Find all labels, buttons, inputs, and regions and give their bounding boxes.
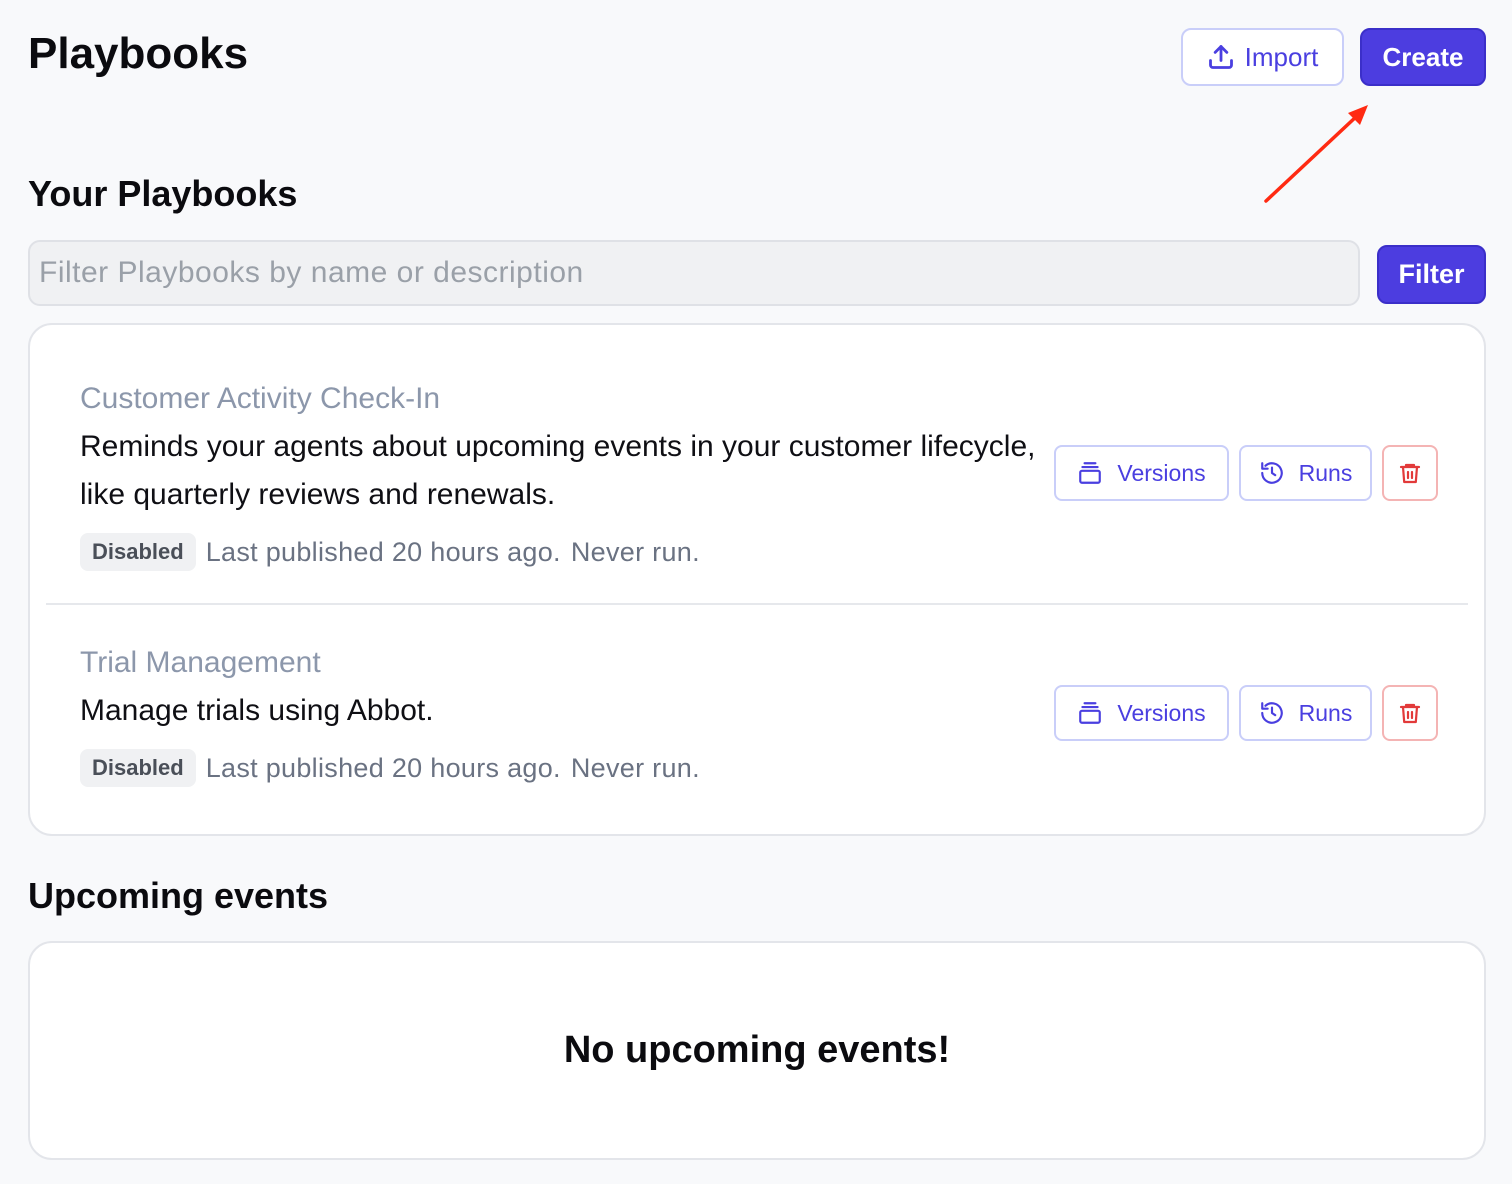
create-button[interactable]: Create — [1360, 28, 1486, 86]
upcoming-events-panel: No upcoming events! — [28, 941, 1486, 1160]
playbook-filter-input[interactable] — [28, 240, 1360, 306]
filter-button[interactable]: Filter — [1377, 245, 1486, 304]
delete-button[interactable] — [1382, 445, 1438, 501]
playbook-item: Customer Activity Check-In Reminds your … — [80, 379, 1040, 571]
playbook-name-link[interactable]: Customer Activity Check-In — [80, 379, 1040, 419]
annotation-arrow-icon — [1264, 105, 1368, 203]
page-title: Playbooks — [28, 29, 249, 78]
versions-label: Versions — [1117, 459, 1206, 486]
list-divider — [46, 603, 1468, 605]
empty-state-message: No upcoming events! — [563, 1029, 951, 1071]
runs-button[interactable]: Runs — [1239, 445, 1372, 501]
playbook-actions: Versions Runs — [1054, 685, 1438, 741]
playbook-meta: Disabled Last published 20 hours ago. Ne… — [80, 749, 1040, 787]
versions-button[interactable]: Versions — [1054, 445, 1229, 501]
delete-button[interactable] — [1382, 685, 1438, 741]
stack-icon — [1079, 702, 1102, 724]
playbook-item: Trial Management Manage trials using Abb… — [80, 643, 1040, 787]
last-published-text: Last published 20 hours ago. — [205, 752, 561, 783]
upload-icon — [1208, 45, 1233, 69]
upcoming-events-heading: Upcoming events — [28, 875, 329, 916]
import-button[interactable]: Import — [1181, 28, 1344, 86]
stack-icon — [1079, 462, 1102, 484]
runs-button[interactable]: Runs — [1239, 685, 1372, 741]
trash-icon — [1399, 703, 1421, 724]
last-published-text: Last published 20 hours ago. — [205, 536, 561, 567]
playbook-meta: Disabled Last published 20 hours ago. Ne… — [80, 533, 1040, 571]
history-icon — [1260, 462, 1283, 484]
runs-label: Runs — [1298, 699, 1353, 726]
playbook-actions: Versions Runs — [1054, 445, 1438, 501]
trash-icon — [1399, 463, 1421, 484]
history-icon — [1260, 702, 1283, 724]
your-playbooks-heading: Your Playbooks — [28, 173, 298, 214]
playbook-description: Manage trials using Abbot. — [80, 694, 434, 727]
status-badge: Disabled — [80, 533, 196, 571]
playbook-description: Reminds your agents about upcoming event… — [80, 430, 1036, 511]
playbooks-page: Playbooks Import Create Your Playbooks F… — [0, 0, 1512, 1184]
run-status-text: Never run. — [570, 752, 700, 783]
versions-label: Versions — [1117, 699, 1206, 726]
filter-label: Filter — [1398, 259, 1465, 289]
import-label: Import — [1244, 41, 1319, 72]
versions-button[interactable]: Versions — [1054, 685, 1229, 741]
runs-label: Runs — [1298, 459, 1353, 486]
playbooks-list: Customer Activity Check-In Reminds your … — [28, 323, 1486, 836]
create-label: Create — [1382, 41, 1464, 72]
status-badge: Disabled — [80, 749, 196, 787]
run-status-text: Never run. — [570, 536, 700, 567]
playbook-name-link[interactable]: Trial Management — [80, 643, 1040, 683]
